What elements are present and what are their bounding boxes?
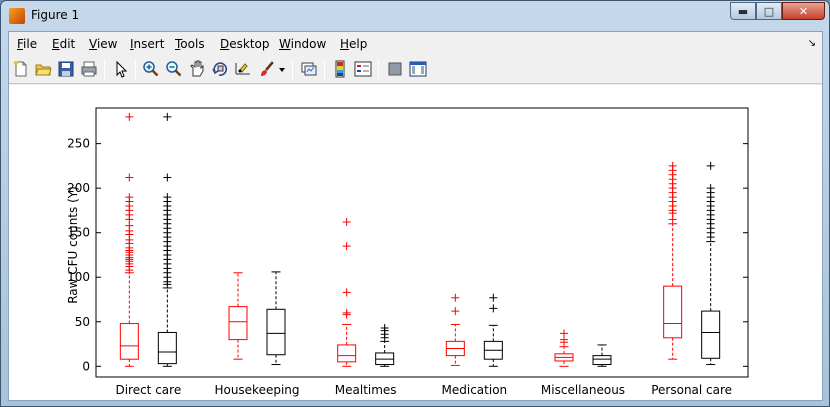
figure-toolbar xyxy=(9,56,822,84)
save-icon[interactable] xyxy=(57,60,75,78)
brush-icon[interactable] xyxy=(257,60,275,78)
title-bar[interactable]: Figure 1 ▬ □ ✕ xyxy=(1,1,829,31)
window-title: Figure 1 xyxy=(31,8,80,22)
dock-figure-icon[interactable]: ↘ xyxy=(808,38,816,49)
y-tick-label: 0 xyxy=(82,359,90,373)
maximize-icon: □ xyxy=(763,4,775,18)
x-tick-label: Mealtimes xyxy=(335,383,397,397)
x-axis: Direct care Housekeeping Mealtimes Medicati… xyxy=(115,383,732,397)
matlab-app-icon xyxy=(9,8,25,24)
menu-file[interactable]: File xyxy=(17,37,37,51)
data-cursor-icon[interactable] xyxy=(234,60,252,78)
figure-client-area: File Edit View Insert Tools Desktop Wind… xyxy=(8,31,823,401)
x-tick-label: Medication xyxy=(442,383,508,397)
open-file-icon[interactable] xyxy=(34,60,52,78)
hide-plot-tools-icon[interactable] xyxy=(386,60,404,78)
minimize-button[interactable]: ▬ xyxy=(730,2,756,20)
toolbar-separator xyxy=(292,60,293,80)
x-tick-label: Personal care xyxy=(651,383,732,397)
menu-tools[interactable]: Tools xyxy=(175,37,205,51)
menu-desktop[interactable]: Desktop xyxy=(220,37,270,51)
insert-legend-icon[interactable] xyxy=(354,60,372,78)
brush-dropdown-icon[interactable] xyxy=(277,60,287,78)
close-button[interactable]: ✕ xyxy=(782,2,825,20)
axes-box xyxy=(95,107,749,378)
link-plot-icon[interactable] xyxy=(300,60,318,78)
menu-bar: File Edit View Insert Tools Desktop Wind… xyxy=(9,32,822,56)
menu-edit[interactable]: Edit xyxy=(52,37,75,51)
y-axis-label: Raw CFU counts (Y) xyxy=(66,186,80,304)
toolbar-separator xyxy=(135,60,136,80)
show-plot-tools-icon[interactable] xyxy=(409,60,427,78)
close-icon: ✕ xyxy=(798,4,809,18)
y-tick-label: 50 xyxy=(75,315,90,329)
x-tick-label: Miscellaneous xyxy=(541,383,625,397)
toolbar-separator xyxy=(324,60,325,80)
x-tick-label: Housekeeping xyxy=(214,383,299,397)
menu-insert[interactable]: Insert xyxy=(130,37,164,51)
x-tick-label: Direct care xyxy=(115,383,181,397)
zoom-in-icon[interactable] xyxy=(142,60,160,78)
window-controls: ▬ □ ✕ xyxy=(730,2,825,20)
rotate-3d-icon[interactable] xyxy=(211,60,229,78)
menu-view[interactable]: View xyxy=(89,37,117,51)
boxplot-chart[interactable]: 050100150200250 Direct care Housekeeping M… xyxy=(9,85,822,400)
new-figure-icon[interactable] xyxy=(12,60,30,78)
figure-window: Figure 1 ▬ □ ✕ File Edit View Insert Too… xyxy=(0,0,830,407)
zoom-out-icon[interactable] xyxy=(165,60,183,78)
print-icon[interactable] xyxy=(80,60,98,78)
menu-window[interactable]: Window xyxy=(279,37,326,51)
maximize-button[interactable]: □ xyxy=(756,2,782,20)
y-tick-label: 250 xyxy=(67,137,90,151)
toolbar-separator xyxy=(104,60,105,80)
insert-colorbar-icon[interactable] xyxy=(331,60,349,78)
menu-help[interactable]: Help xyxy=(340,37,367,51)
toolbar-separator xyxy=(378,60,379,80)
pan-icon[interactable] xyxy=(188,60,206,78)
figure-canvas[interactable]: 0 50 100 150 200 250 Direct care Housekeeping M… xyxy=(9,85,822,400)
pointer-icon[interactable] xyxy=(112,60,130,78)
minimize-icon: ▬ xyxy=(737,4,749,18)
